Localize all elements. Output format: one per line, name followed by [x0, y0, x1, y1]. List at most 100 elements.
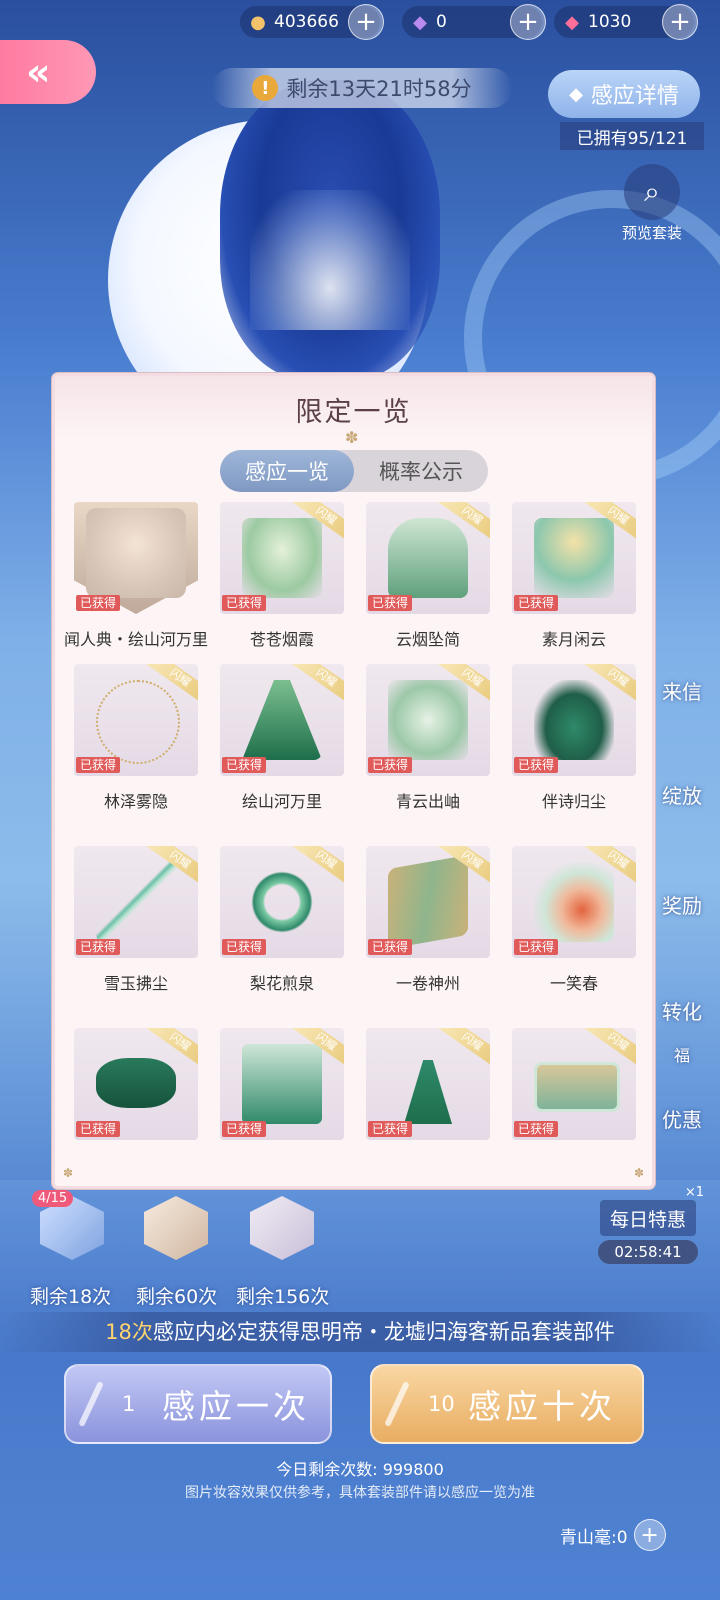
side-letter-button[interactable]: 来信 — [652, 664, 712, 716]
obtained-badge: 已获得 — [514, 595, 559, 611]
item-thumbnail: 闪耀 已获得 — [366, 1028, 490, 1140]
side-bloom-button[interactable]: 绽放 — [652, 768, 712, 820]
snowflake-icon: ✽ — [345, 428, 359, 447]
detail-button-label: 感应详情 — [590, 84, 679, 109]
item-card[interactable]: 闪耀 已获得 伴诗归尘 — [512, 664, 636, 812]
daily-multiplier: ×1 — [684, 1185, 704, 1200]
character-portrait — [86, 508, 186, 598]
item-thumbnail: 闪耀 已获得 — [512, 502, 636, 614]
pull-once-cost: 1 — [122, 1392, 136, 1416]
side-reward-button[interactable]: 奖励 — [652, 878, 712, 930]
cat-coin-icon: ● — [250, 11, 266, 33]
item-card[interactable]: 闪耀 已获得 云烟坠简 — [366, 502, 490, 650]
pool-progress-badge: 4/15 — [32, 1190, 74, 1207]
makeup-icon — [404, 1044, 452, 1124]
timer-text: 剩余13天21时58分 — [286, 77, 472, 101]
pool-thumbnail — [250, 1196, 314, 1260]
item-thumbnail: 闪耀 已获得 — [74, 664, 198, 776]
detail-button[interactable]: ◆ 感应详情 — [548, 70, 700, 118]
currency-purple-value: 0 — [436, 12, 447, 32]
pull-ten-button[interactable]: 10 感应十次 — [370, 1364, 644, 1444]
item-card[interactable]: 闪耀 已获得 苍苍烟霞 — [220, 502, 344, 650]
side-discount-button[interactable]: 优惠 — [652, 1092, 712, 1144]
item-card[interactable]: 闪耀 已获得 雪玉拂尘 — [74, 846, 198, 994]
obtained-badge: 已获得 — [222, 757, 267, 773]
item-label: 伴诗归尘 — [541, 792, 606, 811]
item-thumbnail: 闪耀 已获得 — [512, 1028, 636, 1140]
pool-thumbnail — [144, 1196, 208, 1260]
side-fortune-button[interactable]: 福 — [652, 1028, 712, 1080]
inkstone-icon — [96, 1058, 176, 1108]
pool-tab-2[interactable] — [140, 1192, 212, 1264]
pull-once-button[interactable]: 1 感应一次 — [64, 1364, 332, 1444]
event-timer: ! 剩余13天21时58分 — [212, 68, 512, 108]
necklace-icon — [96, 680, 180, 764]
bracelet-icon — [242, 862, 322, 942]
item-thumbnail: 闪耀 已获得 — [220, 664, 344, 776]
item-card[interactable]: 已获得 闻人典・绘山河万里 — [64, 502, 208, 650]
item-card[interactable]: 闪耀 已获得 一笑春 — [512, 846, 636, 994]
item-card[interactable]: 闪耀 已获得 梨花煎泉 — [220, 846, 344, 994]
pool-remaining-3: 剩余156次 — [236, 1286, 330, 1308]
pool-tab-3[interactable] — [246, 1192, 318, 1264]
item-card[interactable]: 闪耀 已获得 一卷神州 — [366, 846, 490, 994]
item-label: 一笑春 — [549, 974, 598, 993]
pink-diamond-icon: ◆ — [565, 11, 579, 33]
brush-icon — [78, 1380, 104, 1428]
obtained-badge: 已获得 — [514, 1121, 559, 1137]
purple-diamond-icon: ◆ — [413, 11, 427, 33]
add-brush-button[interactable]: + — [633, 1519, 666, 1551]
item-card[interactable]: 闪耀 已获得 素月闲云 — [512, 502, 636, 650]
item-card[interactable]: 闪耀 已获得 绘山河万里 — [220, 664, 344, 812]
item-label: 雪玉拂尘 — [103, 974, 168, 993]
item-card[interactable]: 闪耀 已获得 — [512, 1028, 636, 1140]
guarantee-count: 18次 — [105, 1320, 153, 1344]
cabinet-icon — [242, 1044, 322, 1124]
brush-currency-text: 青山毫:0 — [560, 1527, 628, 1548]
modal-tabs: 感应一览 概率公示 — [220, 450, 488, 492]
pool-remaining-2: 剩余60次 — [136, 1286, 218, 1308]
shoes-icon — [534, 680, 614, 760]
obtained-badge: 已获得 — [368, 595, 413, 611]
preview-outfit-button[interactable]: ⌕ 预览套装 — [612, 164, 692, 244]
pool-tab-1[interactable]: 4/15 — [32, 1190, 108, 1264]
alert-icon: ! — [252, 75, 279, 101]
obtained-badge: 已获得 — [76, 939, 121, 955]
item-card[interactable]: 闪耀 已获得 — [220, 1028, 344, 1140]
item-card[interactable]: 闪耀 已获得 — [74, 1028, 198, 1140]
currency-pink-value: 1030 — [588, 12, 632, 32]
currency-pink-diamond: ◆ 1030 + — [554, 4, 698, 40]
scarf-icon — [388, 518, 468, 598]
whisk-icon — [96, 862, 176, 942]
daily-deal-button[interactable]: ×1 每日特惠 02:58:41 — [594, 1185, 704, 1264]
add-gold-button[interactable]: + — [348, 4, 384, 40]
item-label: 闻人典・绘山河万里 — [63, 630, 208, 649]
brush-icon — [384, 1380, 410, 1428]
flower-icon — [534, 862, 614, 942]
limited-list-modal: 限定一览 ✽ ✽ ✽ 感应一览 概率公示 已获得 闻人典・绘山河万里 闪耀 已获… — [52, 373, 655, 1189]
add-pink-diamond-button[interactable]: + — [662, 4, 698, 40]
currency-gold-value: 403666 — [274, 12, 339, 32]
item-card[interactable]: 闪耀 已获得 青云出岫 — [366, 664, 490, 812]
owned-count: 已拥有95/121 — [560, 122, 704, 150]
item-label: 一卷神州 — [395, 974, 460, 993]
item-card[interactable]: 闪耀 已获得 — [366, 1028, 490, 1140]
item-thumbnail: 闪耀 已获得 — [74, 1028, 198, 1140]
currency-purple-diamond: ◆ 0 + — [402, 4, 546, 40]
tab-probability[interactable]: 概率公示 — [354, 450, 488, 492]
modal-title: 限定一览 — [295, 397, 412, 428]
back-button[interactable]: « — [0, 40, 96, 104]
obtained-badge: 已获得 — [222, 939, 267, 955]
tab-induction-list[interactable]: 感应一览 — [220, 450, 354, 492]
add-purple-diamond-button[interactable]: + — [510, 4, 546, 40]
daily-deal-countdown: 02:58:41 — [598, 1240, 698, 1264]
item-thumbnail: 闪耀 已获得 — [366, 502, 490, 614]
obtained-badge: 已获得 — [368, 939, 413, 955]
obtained-badge: 已获得 — [76, 757, 121, 773]
item-thumbnail: 闪耀 已获得 — [74, 846, 198, 958]
back-arrow-icon: « — [26, 50, 51, 94]
item-card[interactable]: 闪耀 已获得 林泽雾隐 — [74, 664, 198, 812]
crystal-crown — [250, 190, 410, 330]
obtained-badge: 已获得 — [76, 1121, 121, 1137]
obtained-badge: 已获得 — [222, 1121, 267, 1137]
